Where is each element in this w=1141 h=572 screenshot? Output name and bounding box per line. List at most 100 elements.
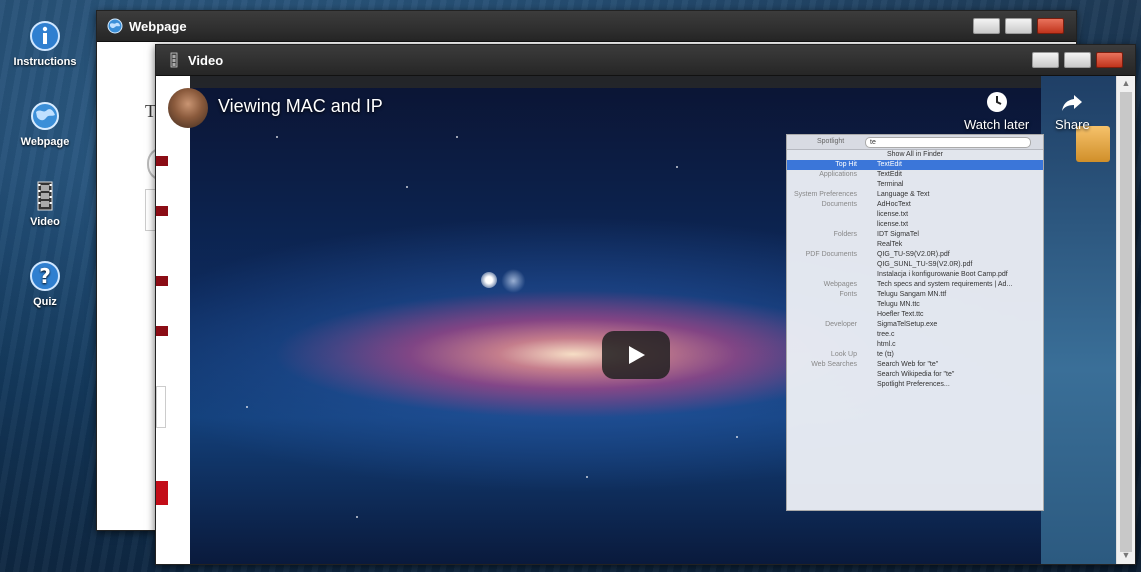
globe-icon <box>107 18 123 34</box>
video-left-strip <box>156 76 190 564</box>
spotlight-item: QIG_SUNL_TU-S9(V2.0R).pdf <box>877 261 973 268</box>
spotlight-row: Top Hit TextEdit <box>787 160 1043 170</box>
spotlight-item: html.c <box>877 341 896 348</box>
spotlight-category: Documents <box>821 201 857 208</box>
spotlight-category: Developer <box>825 321 857 328</box>
watch-later-label: Watch later <box>964 117 1030 132</box>
spotlight-item: Language & Text <box>877 191 930 198</box>
spotlight-row: Folders IDT SigmaTel <box>787 230 1043 240</box>
spotlight-category: Applications <box>819 171 857 178</box>
minimize-button[interactable] <box>973 18 1000 34</box>
spotlight-item: license.txt <box>877 211 909 218</box>
close-button[interactable] <box>1096 52 1123 68</box>
spotlight-results: Spotlight te Show All in Finder Top Hit Te… <box>786 134 1044 511</box>
spotlight-item: Telugu MN.ttc <box>877 301 920 308</box>
spotlight-rows: Show All in Finder Top Hit TextEdit Applica… <box>787 150 1043 390</box>
window-title: Video <box>188 53 224 68</box>
scrollbar-thumb[interactable] <box>1120 92 1132 552</box>
spotlight-item: RealTek <box>877 241 903 248</box>
spotlight-category: PDF Documents <box>805 251 857 258</box>
spotlight-row: Fonts Telugu Sangam MN.ttf <box>787 290 1043 300</box>
spotlight-item: Terminal <box>877 181 904 188</box>
scroll-down-arrow-icon[interactable]: ▼ <box>1120 550 1132 562</box>
spotlight-category: Folders <box>833 231 857 238</box>
svg-text:?: ? <box>39 264 51 288</box>
desktop-icon-label: Video <box>30 216 60 228</box>
spotlight-row: html.c <box>787 340 1043 350</box>
spotlight-query: te <box>865 137 1031 148</box>
video-title[interactable]: Viewing MAC and IP <box>218 96 383 117</box>
spotlight-row: Search Wikipedia for "te" <box>787 370 1043 380</box>
video-frame-menubar <box>190 76 1041 88</box>
galaxy-core <box>481 272 497 288</box>
channel-avatar[interactable] <box>168 88 208 128</box>
spotlight-row: PDF Documents QIG_TU-S9(V2.0R).pdf <box>787 250 1043 260</box>
spotlight-item: Hoefler Text.ttc <box>877 311 924 318</box>
spotlight-row: Webpages Tech specs and system requiremen… <box>787 280 1043 290</box>
spotlight-item: QIG_TU-S9(V2.0R).pdf <box>877 251 950 258</box>
spotlight-category: Look Up <box>830 351 857 358</box>
spotlight-item: Spotlight Preferences... <box>877 381 950 388</box>
share-label: Share <box>1055 117 1090 132</box>
spotlight-row: Instalacja i konfigurowanie Boot Camp.pd… <box>787 270 1043 280</box>
spotlight-row: Spotlight Preferences... <box>787 380 1043 390</box>
spotlight-category: System Preferences <box>793 191 857 198</box>
spotlight-item: Search Wikipedia for "te" <box>877 371 955 378</box>
spotlight-row: Show All in Finder <box>787 150 1043 160</box>
video-titlebar[interactable]: Video <box>156 45 1135 76</box>
spotlight-row: Terminal <box>787 180 1043 190</box>
desktop-icon-label: Webpage <box>20 136 70 148</box>
spotlight-item: IDT SigmaTel <box>877 231 919 238</box>
question-icon: ? <box>30 261 60 291</box>
desktop-icon-instructions[interactable]: Instructions <box>0 20 90 68</box>
spotlight-item: license.txt <box>877 221 909 228</box>
spotlight-row: RealTek <box>787 240 1043 250</box>
film-icon <box>170 52 178 68</box>
desktop-icon-quiz[interactable]: ? Quiz <box>0 260 90 308</box>
spotlight-item: Search Web for "te" <box>877 361 939 368</box>
spotlight-row: Hoefler Text.ttc <box>787 310 1043 320</box>
clock-icon <box>986 92 1007 112</box>
spotlight-item: Telugu Sangam MN.ttf <box>877 291 947 298</box>
spotlight-category: Top Hit <box>835 161 857 168</box>
watch-later-button[interactable]: Watch later <box>964 90 1029 132</box>
window-title: Webpage <box>129 19 187 34</box>
desktop-icon-video[interactable]: Video <box>0 180 90 228</box>
spotlight-label: Spotlight <box>817 138 845 145</box>
share-button[interactable]: Share <box>1055 90 1090 132</box>
spotlight-row: license.txt <box>787 210 1043 220</box>
spotlight-row: tree.c <box>787 330 1043 340</box>
maximize-button[interactable] <box>1005 18 1032 34</box>
spotlight-item: Instalacja i konfigurowanie Boot Camp.pd… <box>877 271 1008 278</box>
share-icon <box>1062 95 1083 111</box>
spotlight-category: Web Searches <box>811 361 857 368</box>
desktop-icon-label: Quiz <box>33 296 57 308</box>
spotlight-item: tree.c <box>877 331 895 338</box>
spotlight-category: Webpages <box>823 281 857 288</box>
spotlight-category: Fonts <box>839 291 857 298</box>
video-window[interactable]: Video Spotlight te Show All in Finder To… <box>155 44 1136 565</box>
spotlight-row: System Preferences Language & Text <box>787 190 1043 200</box>
info-icon <box>30 21 60 51</box>
webpage-titlebar[interactable]: Webpage <box>97 11 1076 42</box>
film-icon <box>37 181 53 211</box>
close-button[interactable] <box>1037 18 1064 34</box>
youtube-player[interactable]: Spotlight te Show All in Finder Top Hit Te… <box>156 76 1117 564</box>
maximize-button[interactable] <box>1064 52 1091 68</box>
play-button[interactable] <box>602 331 670 379</box>
spotlight-row: Applications TextEdit <box>787 170 1043 180</box>
play-icon <box>629 346 645 364</box>
spotlight-item: TextEdit <box>877 171 902 178</box>
spotlight-item: Tech specs and system requirements | Ad.… <box>877 281 1013 288</box>
minimize-button[interactable] <box>1032 52 1059 68</box>
spotlight-item: AdHocText <box>877 201 911 208</box>
spotlight-row: license.txt <box>787 220 1043 230</box>
desktop-icon-label: Instructions <box>13 56 77 68</box>
desktop-icon-webpage[interactable]: Webpage <box>0 100 90 148</box>
vertical-scrollbar[interactable]: ▲ ▼ <box>1116 76 1135 564</box>
spotlight-item: SigmaTelSetup.exe <box>877 321 938 328</box>
spotlight-row: Web Searches Search Web for "te" <box>787 360 1043 370</box>
spotlight-row: Telugu MN.ttc <box>787 300 1043 310</box>
scroll-up-arrow-icon[interactable]: ▲ <box>1120 78 1132 90</box>
spotlight-search-bar: Spotlight te <box>787 135 1043 150</box>
